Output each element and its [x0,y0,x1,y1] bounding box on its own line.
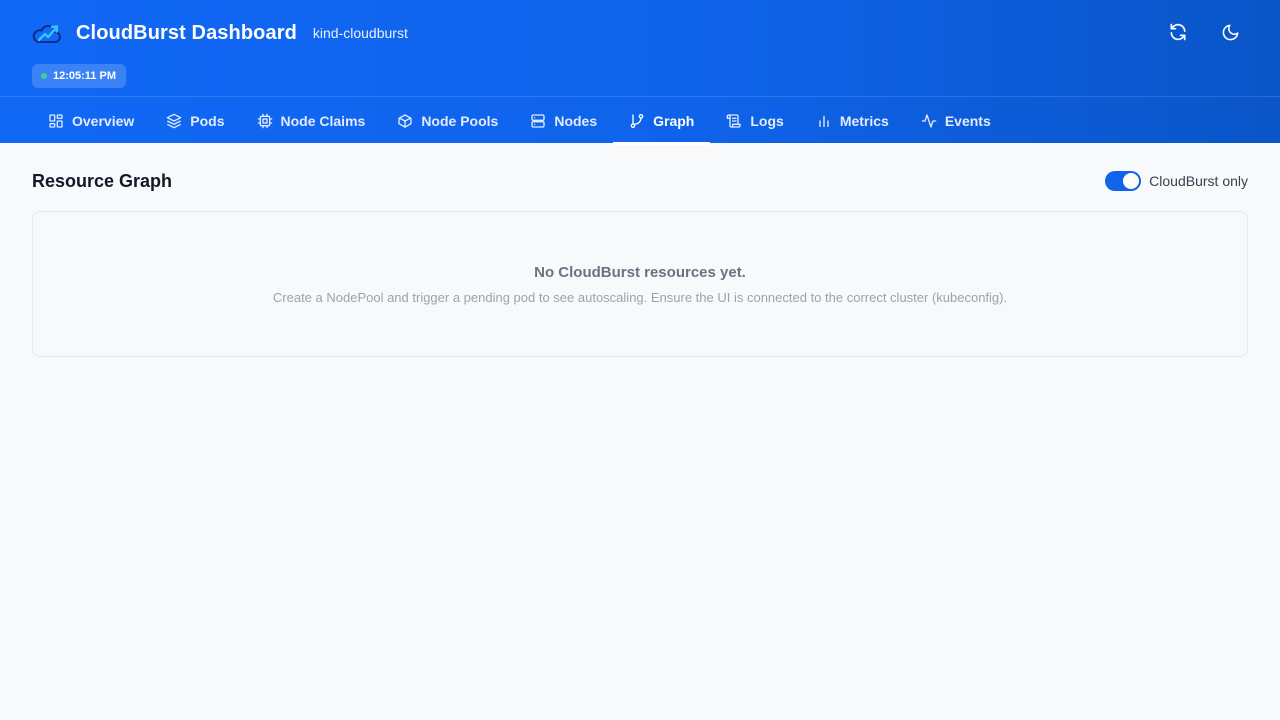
graph-empty-state: No CloudBurst resources yet. Create a No… [32,211,1248,357]
page-title: Resource Graph [32,170,173,191]
tab-node-claims[interactable]: Node Claims [241,97,382,144]
server-icon [531,113,545,128]
chip-icon [257,113,272,128]
bar-chart-icon [819,115,829,127]
box-icon [398,113,412,128]
main-content: Resource Graph CloudBurst only No CloudB… [32,143,1248,357]
cloudburst-only-toggle[interactable] [1105,171,1142,191]
refresh-icon [1170,23,1186,41]
last-updated-time: 12:05:11 PM [53,70,116,82]
git-branch-icon [630,113,644,128]
theme-toggle-button[interactable] [1218,20,1242,44]
tab-label: Metrics [839,112,889,129]
app-title: CloudBurst Dashboard [76,21,297,44]
tab-events[interactable]: Events [905,97,1007,144]
tab-logs[interactable]: Logs [710,97,799,144]
header-actions [1166,20,1242,44]
grid-icon [49,113,63,128]
cloud-logo-icon [32,19,62,47]
activity-icon [921,113,937,128]
refresh-button[interactable] [1166,20,1190,44]
tab-pods[interactable]: Pods [150,97,240,144]
tab-label: Events [944,112,991,129]
tab-label: Node Pools [421,112,499,129]
tab-label: Graph [653,112,695,129]
cloudburst-only-label[interactable]: CloudBurst only [1149,173,1248,189]
tab-overview[interactable]: Overview [32,97,150,144]
cloudburst-only-filter: CloudBurst only [1105,171,1248,191]
toggle-knob [1123,173,1140,189]
tab-nodes[interactable]: Nodes [514,97,613,144]
brand: CloudBurst Dashboard kind-cloudburst [32,18,408,48]
empty-state-title: No CloudBurst resources yet. [534,263,746,281]
app-header: CloudBurst Dashboard kind-cloudburst 12:… [0,0,1280,145]
tab-label: Overview [72,112,135,129]
live-status-dot [41,73,47,79]
tab-graph[interactable]: Graph [613,97,711,145]
tab-metrics[interactable]: Metrics [800,97,905,144]
main-nav: Overview Pods Node Claims Node Pools Nod… [0,96,1280,145]
cluster-name: kind-cloudburst [312,25,408,41]
layers-icon [166,113,182,128]
section-header: Resource Graph CloudBurst only [32,143,1248,219]
tab-node-pools[interactable]: Node Pools [381,97,514,144]
moon-icon [1222,24,1238,40]
tab-label: Pods [190,112,225,129]
scroll-icon [727,113,742,128]
tab-label: Nodes [554,112,598,129]
tab-label: Node Claims [280,112,366,129]
empty-state-description: Create a NodePool and trigger a pending … [272,289,1008,305]
last-updated-badge: 12:05:11 PM [32,64,126,88]
tab-label: Logs [750,112,784,129]
